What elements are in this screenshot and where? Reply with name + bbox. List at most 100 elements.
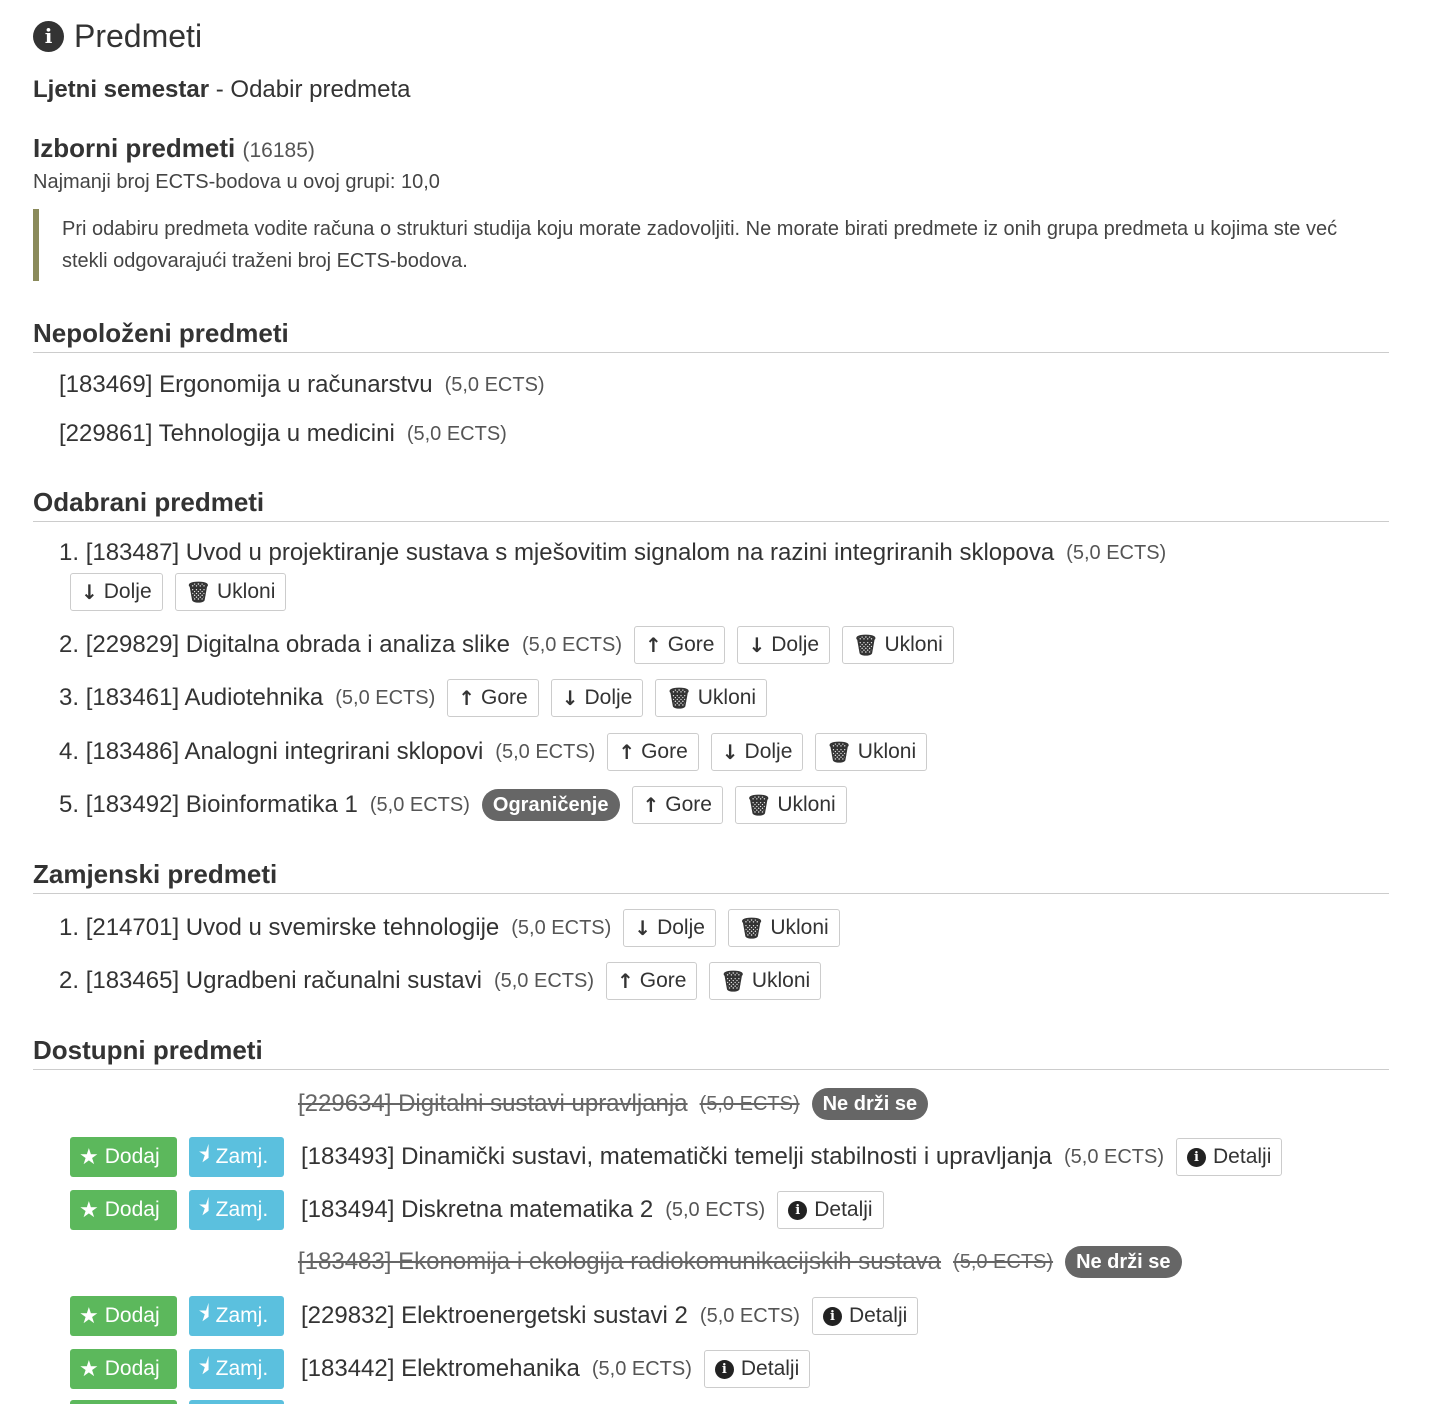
- details-label: Detalji: [1213, 1145, 1272, 1168]
- remove-button[interactable]: 🗑 Ukloni: [174, 573, 287, 611]
- course-name: [214701] Uvod u svemirske tehnologije: [85, 914, 500, 941]
- remove-button[interactable]: 🗑 Ukloni: [734, 786, 847, 824]
- trash-icon: 🗑: [666, 686, 692, 710]
- arrow-up-icon: ↑: [458, 686, 476, 710]
- arrow-up-icon: ↑: [616, 969, 634, 993]
- list-item: [229861] Tehnologija u medicini (5,0 ECTS…: [59, 415, 507, 453]
- details-button[interactable]: i Detalji: [1176, 1138, 1283, 1176]
- semester-description: - Odabir predmeta: [209, 76, 411, 103]
- move-up-button[interactable]: ↑ Gore: [634, 626, 726, 664]
- list-item: 3. [183461] Audiotehnika (5,0 ECTS) ↑ Gore…: [59, 678, 768, 718]
- arrow-down-icon: ↓: [721, 740, 739, 764]
- details-button[interactable]: i Detalji: [703, 1350, 811, 1388]
- list-item: 5. [183492] Bioinformatika 1 (5,0 ECTS) O…: [59, 785, 847, 825]
- course-ects: (5,0 ECTS): [495, 740, 596, 763]
- list-item: [183483] Ekonomija i ekologija radiokomu…: [298, 1243, 1182, 1281]
- move-up-button[interactable]: ↑ Gore: [447, 679, 539, 717]
- item-number: 2.: [59, 631, 80, 658]
- section-replacement-heading: Zamjenski predmeti: [33, 854, 1389, 894]
- details-button[interactable]: i Detalji: [811, 1297, 919, 1335]
- down-label: Dolje: [744, 740, 793, 763]
- move-up-button[interactable]: ↑ Gore: [631, 786, 723, 824]
- up-label: Gore: [639, 969, 687, 992]
- info-icon: i: [788, 1200, 808, 1220]
- list-item: [183493] Dinamički sustavi, matematički …: [301, 1137, 1283, 1177]
- course-ects: (5,0 ECTS): [591, 1357, 692, 1380]
- half-star-icon: ⯨: [198, 1195, 210, 1220]
- replace-button[interactable]: ⯨ Zamj.: [189, 1349, 284, 1389]
- move-down-button[interactable]: ↓ Dolje: [70, 573, 163, 611]
- course-name: [183465] Ugradbeni računalni sustavi: [85, 967, 482, 994]
- move-up-button[interactable]: ↑ Gore: [605, 962, 698, 1000]
- item-number: 1.: [59, 539, 80, 566]
- restriction-badge: Ograničenje: [481, 789, 620, 821]
- course-ects: (5,0 ECTS): [493, 969, 594, 992]
- course-ects: (5,0 ECTS): [335, 686, 436, 709]
- group-min-ects: Najmanji broj ECTS-bodova u ovoj grupi: …: [33, 171, 440, 193]
- move-down-button[interactable]: ↓ Dolje: [550, 679, 644, 717]
- course-ects: (5,0 ECTS): [699, 1092, 800, 1115]
- list-item: [183442] Elektromehanika (5,0 ECTS) i Deta…: [301, 1349, 811, 1389]
- add-label: Dodaj: [104, 1304, 160, 1327]
- course-ects: (5,0 ECTS): [665, 1198, 766, 1221]
- replace-button[interactable]: ⯨ Zamj.: [189, 1190, 284, 1230]
- trash-icon: 🗑: [738, 916, 765, 940]
- section-available-heading: Dostupni predmeti: [33, 1030, 1389, 1070]
- remove-label: Ukloni: [751, 969, 811, 992]
- item-number: 3.: [59, 684, 80, 711]
- add-label: Dodaj: [104, 1198, 160, 1221]
- add-button[interactable]: [70, 1400, 177, 1404]
- replace-label: Zamj.: [215, 1145, 269, 1168]
- move-down-button[interactable]: ↓ Dolje: [737, 626, 831, 664]
- remove-label: Ukloni: [884, 633, 943, 656]
- course-name: [183486] Analogni integrirani sklopovi: [85, 738, 484, 765]
- remove-button[interactable]: 🗑 Ukloni: [842, 626, 954, 664]
- group-id: (16185): [242, 139, 315, 162]
- details-button[interactable]: i Detalji: [777, 1191, 884, 1229]
- trash-icon: 🗑: [720, 969, 746, 993]
- add-button[interactable]: ★ Dodaj: [70, 1190, 177, 1230]
- arrow-up-icon: ↑: [618, 740, 636, 764]
- move-down-button[interactable]: ↓ Dolje: [710, 733, 804, 771]
- replace-button[interactable]: ⯨ Zamj.: [189, 1137, 284, 1177]
- remove-button[interactable]: 🗑 Ukloni: [815, 733, 928, 771]
- course-name: [183487] Uvod u projektiranje sustava s …: [85, 539, 1055, 566]
- course-name: [229634] Digitalni sustavi upravljanja: [298, 1090, 688, 1117]
- info-icon: i: [1187, 1147, 1207, 1167]
- replace-button[interactable]: ⯨ Zamj.: [189, 1296, 284, 1336]
- replace-label: Zamj.: [215, 1357, 269, 1380]
- remove-button[interactable]: 🗑 Ukloni: [655, 679, 768, 717]
- item-number: 5.: [59, 791, 80, 818]
- section-selected-heading: Odabrani predmeti: [33, 482, 1389, 522]
- list-item: 2. [183465] Ugradbeni računalni sustavi (…: [59, 961, 822, 1001]
- item-number: 1.: [59, 914, 80, 941]
- course-name: [183493] Dinamički sustavi, matematički …: [301, 1143, 1052, 1170]
- down-label: Dolje: [584, 686, 633, 709]
- add-button[interactable]: ★ Dodaj: [70, 1296, 177, 1336]
- star-icon: ★: [79, 1144, 99, 1169]
- page-title: Predmeti: [74, 17, 203, 54]
- remove-label: Ukloni: [697, 686, 757, 709]
- add-button[interactable]: ★ Dodaj: [70, 1349, 177, 1389]
- down-label: Dolje: [657, 916, 705, 939]
- button-row: ↓ Dolje 🗑 Ukloni: [58, 572, 287, 612]
- not-held-badge: Ne drži se: [1065, 1246, 1182, 1278]
- remove-button[interactable]: 🗑 Ukloni: [709, 962, 822, 1000]
- course-ects: (5,0 ECTS): [444, 373, 545, 396]
- arrow-down-icon: ↓: [561, 686, 579, 710]
- replace-button[interactable]: [189, 1400, 284, 1404]
- course-name: [183494] Diskretna matematika 2: [301, 1196, 654, 1223]
- list-item: 1. [183487] Uvod u projektiranje sustava…: [59, 534, 1166, 572]
- page-content: i Predmeti Ljetni semestar - Odabir pred…: [33, 14, 1389, 281]
- remove-button[interactable]: 🗑 Ukloni: [727, 909, 840, 947]
- move-down-button[interactable]: ↓ Dolje: [623, 909, 716, 947]
- course-ects: (5,0 ECTS): [406, 422, 507, 445]
- course-ects: (5,0 ECTS): [1066, 541, 1167, 564]
- group-title: Izborni predmeti (16185): [33, 131, 1389, 165]
- remove-label: Ukloni: [777, 793, 836, 816]
- info-icon: i: [714, 1359, 734, 1379]
- replace-label: Zamj.: [215, 1198, 269, 1221]
- add-button[interactable]: ★ Dodaj: [70, 1137, 177, 1177]
- up-label: Gore: [481, 686, 528, 709]
- move-up-button[interactable]: ↑ Gore: [607, 733, 699, 771]
